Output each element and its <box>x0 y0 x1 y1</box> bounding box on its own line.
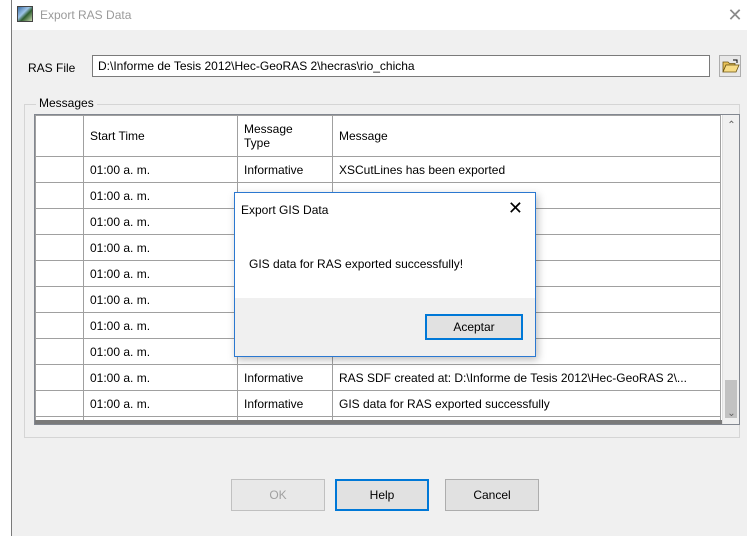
dialog-message: GIS data for RAS exported successfully! <box>249 257 464 271</box>
row-header <box>35 286 84 313</box>
row-header <box>35 182 84 209</box>
cell-message[interactable]: RAS SDF created at: D:\Informe de Tesis … <box>332 364 721 391</box>
dialog-accept-button[interactable]: Aceptar <box>425 314 523 340</box>
dialog-title: Export GIS Data <box>241 203 329 217</box>
cell-message-type[interactable]: Informative <box>237 390 333 417</box>
grid-bottom-band <box>35 420 727 424</box>
cell-message-type[interactable]: Informative <box>237 364 333 391</box>
title-bar: Export RAS Data ✕ <box>12 0 747 30</box>
cell-message[interactable]: GIS data for RAS exported successfully <box>332 390 721 417</box>
cell-message-type[interactable]: Informative <box>237 156 333 183</box>
browse-folder-button[interactable] <box>719 55 741 77</box>
ras-file-input[interactable]: D:\Informe de Tesis 2012\Hec-GeoRAS 2\he… <box>92 55 710 77</box>
cell-start-time[interactable]: 01:00 a. m. <box>83 156 238 183</box>
table-row[interactable]: 01:00 a. m. Informative RAS SDF created at… <box>35 364 721 391</box>
scroll-down-icon[interactable]: ⌄ <box>723 405 739 422</box>
cell-start-time[interactable]: 01:00 a. m. <box>83 286 238 313</box>
export-gis-data-dialog: Export GIS Data ✕ GIS data for RAS expor… <box>234 192 536 357</box>
cell-start-time[interactable]: 01:00 a. m. <box>83 234 238 261</box>
row-header <box>35 390 84 417</box>
column-header-message-type[interactable]: Message Type <box>237 115 333 157</box>
row-header <box>35 156 84 183</box>
cell-message[interactable]: XSCutLines has been exported <box>332 156 721 183</box>
row-header <box>35 234 84 261</box>
dialog-close-icon[interactable]: ✕ <box>508 198 523 218</box>
vertical-scrollbar[interactable]: ⌃ ⌄ <box>722 115 739 424</box>
messages-group-label: Messages <box>36 96 97 110</box>
column-header-message[interactable]: Message <box>332 115 721 157</box>
help-button[interactable]: Help <box>335 479 429 511</box>
window-close-icon[interactable]: ✕ <box>725 5 745 25</box>
row-header <box>35 364 84 391</box>
cell-start-time[interactable]: 01:00 a. m. <box>83 390 238 417</box>
cell-start-time[interactable]: 01:00 a. m. <box>83 208 238 235</box>
row-header <box>35 208 84 235</box>
cell-start-time[interactable]: 01:00 a. m. <box>83 338 238 365</box>
row-header <box>35 260 84 287</box>
column-header-start-time[interactable]: Start Time <box>83 115 238 157</box>
app-map-icon <box>17 6 33 22</box>
row-header <box>35 338 84 365</box>
table-row[interactable]: 01:00 a. m. Informative GIS data for RAS e… <box>35 390 721 417</box>
window-title: Export RAS Data <box>40 8 132 22</box>
ok-button[interactable]: OK <box>231 479 325 511</box>
cell-start-time[interactable]: 01:00 a. m. <box>83 182 238 209</box>
cell-start-time[interactable]: 01:00 a. m. <box>83 260 238 287</box>
folder-open-icon <box>722 59 740 73</box>
row-header <box>35 312 84 339</box>
cell-start-time[interactable]: 01:00 a. m. <box>83 312 238 339</box>
row-header-corner <box>35 115 84 157</box>
cancel-button[interactable]: Cancel <box>445 479 539 511</box>
ras-file-label: RAS File <box>28 61 76 75</box>
table-row[interactable]: 01:00 a. m. Informative XSCutLines has bee… <box>35 156 721 183</box>
scroll-up-icon[interactable]: ⌃ <box>723 117 739 134</box>
dialog-footer: Aceptar <box>235 298 535 356</box>
cell-start-time[interactable]: 01:00 a. m. <box>83 364 238 391</box>
